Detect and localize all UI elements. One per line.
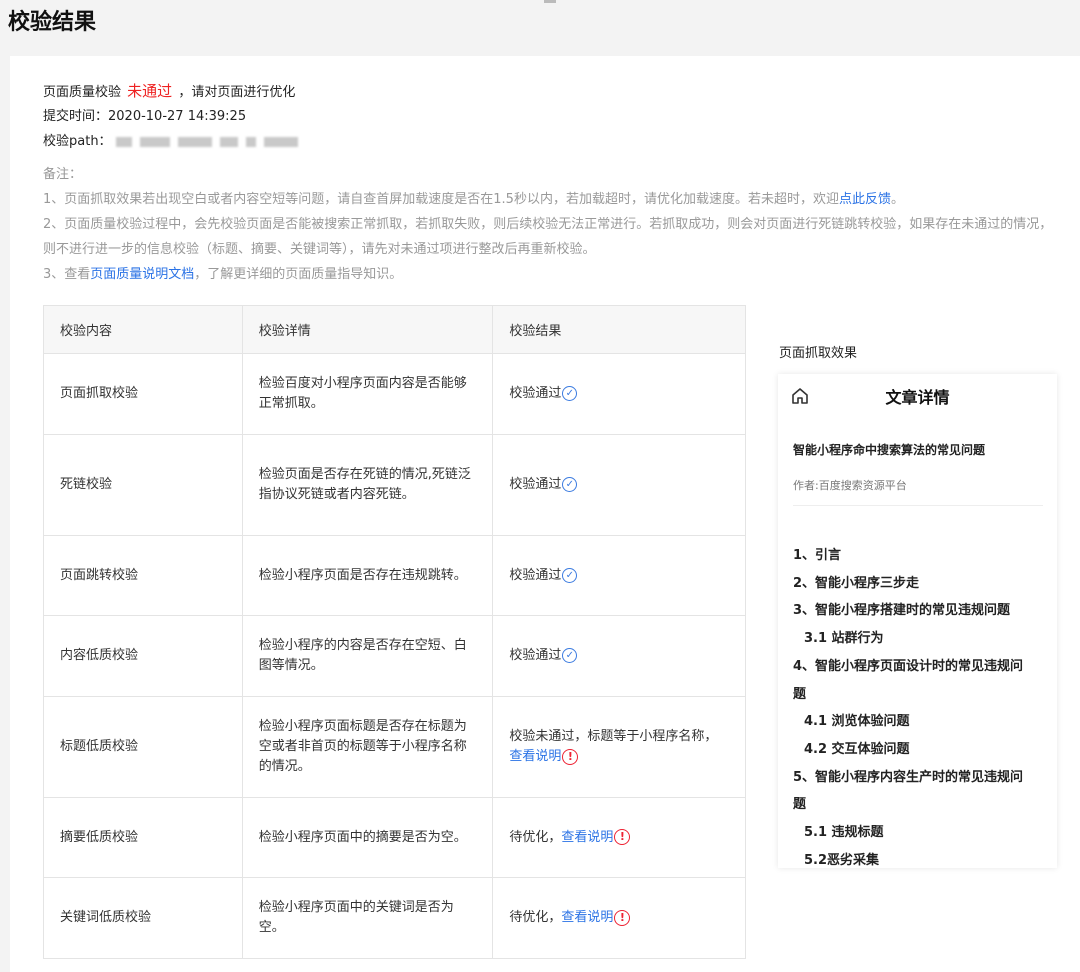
table-row: 内容低质校验 检验小程序的内容是否存在空短、白图等情况。 校验通过 ✓: [43, 615, 746, 697]
preview-page-title: 文章详情: [885, 388, 950, 407]
status-prefix: 页面质量校验: [43, 85, 122, 100]
notes: 备注： 1、页面抓取效果若出现空白或者内容空短等问题，请自查首屏加载速度是否在1…: [43, 162, 1058, 287]
row-result-text: 校验通过: [509, 386, 562, 401]
row-result: 校验通过 ✓: [492, 434, 746, 536]
article-author: 作者:百度搜索资源平台: [793, 479, 907, 492]
row-result-text: 校验通过: [509, 567, 562, 583]
row-detail: 检验页面是否存在死链的情况,死链泛指协议死链或者内容死链。: [241, 434, 494, 536]
check-circle-icon: ✓: [562, 386, 578, 401]
check-circle-icon: ✓: [562, 477, 578, 492]
row-detail: 检验小程序页面标题是否存在标题为空或者非首页的标题等于小程序名称的情况。: [241, 696, 494, 798]
toc-item: 题: [793, 797, 807, 813]
toc-item: 3、智能小程序搭建时的常见违规问题: [793, 603, 1011, 619]
row-result: 校验通过 ✓: [492, 535, 746, 616]
check-table: 校验内容 校验详情 校验结果 页面抓取校验 检验百度对小程序页面内容是否能够正常…: [43, 305, 746, 959]
table-row: 页面跳转校验 检验小程序页面是否存在违规跳转。 校验通过 ✓: [43, 535, 746, 616]
row-result: 校验通过 ✓: [492, 615, 746, 697]
notes-title: 备注：: [43, 167, 83, 182]
status-suffix: ，请对页面进行优化: [178, 85, 296, 100]
feedback-link[interactable]: 点此反馈: [839, 192, 891, 207]
note-3-pre: 3、查看: [43, 267, 91, 282]
row-result-text: 校验未通过，标题等于小程序名称，: [509, 729, 718, 744]
toc-item: 4.2 交互体验问题: [804, 741, 910, 757]
view-explanation-link[interactable]: 查看说明: [561, 830, 613, 845]
toc-item: 4.1 浏览体验问题: [804, 714, 910, 730]
row-result-text: 待优化，: [509, 829, 562, 845]
row-detail: 检验小程序的内容是否存在空短、白图等情况。: [241, 615, 494, 697]
row-result: 校验通过 ✓: [492, 353, 746, 435]
row-result-text: 校验通过: [509, 477, 562, 492]
result-card: 页面质量校验 未通过 ，请对页面进行优化 提交时间：2020-10-27 14:…: [10, 56, 1080, 972]
header-result: 校验结果: [492, 305, 746, 354]
header-item: 校验内容: [43, 305, 243, 354]
note-1: 1、页面抓取效果若出现空白或者内容空短等问题，请自查首屏加载速度是否在1.5秒以…: [43, 187, 1058, 212]
table-of-contents: 1、引言 2、智能小程序三步走 3、智能小程序搭建时的常见违规问题 3.1 站群…: [793, 542, 1048, 868]
row-detail: 检验小程序页面中的关键词是否为空。: [241, 877, 494, 959]
submit-time-label: 提交时间：: [43, 109, 109, 124]
note-2: 2、页面质量校验过程中，会先校验页面是否能被搜索正常抓取，若抓取失败，则后续校验…: [43, 217, 1053, 257]
view-explanation-link[interactable]: 查看说明: [561, 910, 613, 925]
check-path-label: 校验path：: [43, 134, 112, 149]
row-item: 页面抓取校验: [43, 353, 243, 435]
note-3-end: ，了解更详细的页面质量指导知识。: [194, 267, 403, 282]
header-detail: 校验详情: [241, 305, 494, 354]
submit-time: 提交时间：2020-10-27 14:39:25: [43, 105, 246, 124]
row-result: 校验未通过，标题等于小程序名称， 查看说明!: [492, 696, 746, 798]
row-result: 待优化，查看说明!: [492, 797, 746, 878]
table-row: 摘要低质校验 检验小程序页面中的摘要是否为空。 待优化，查看说明!: [43, 797, 746, 878]
article-title: 智能小程序命中搜索算法的常见问题: [793, 443, 986, 457]
toc-item: 题: [793, 686, 807, 702]
exclamation-circle-icon: !: [562, 748, 579, 765]
note-3: 3、查看页面质量说明文档，了解更详细的页面质量指导知识。: [43, 262, 1058, 287]
table-row: 标题低质校验 检验小程序页面标题是否存在标题为空或者非首页的标题等于小程序名称的…: [43, 696, 746, 798]
row-item: 关键词低质校验: [43, 877, 243, 959]
divider: [793, 505, 1043, 506]
check-circle-icon: ✓: [562, 567, 578, 583]
check-path: 校验path：: [43, 130, 306, 149]
crawl-preview: 文章详情 智能小程序命中搜索算法的常见问题 作者:百度搜索资源平台 1、引言 2…: [778, 374, 1057, 868]
status-result: 未通过: [127, 82, 173, 100]
table-row: 死链校验 检验页面是否存在死链的情况,死链泛指协议死链或者内容死链。 校验通过 ✓: [43, 434, 746, 536]
toc-item: 1、引言: [793, 548, 842, 563]
row-result-text: 校验通过: [509, 648, 562, 663]
top-scroll-marker: [544, 0, 556, 3]
row-detail: 检验小程序页面中的摘要是否为空。: [241, 797, 494, 878]
row-item: 标题低质校验: [43, 696, 243, 798]
row-item: 页面跳转校验: [43, 535, 243, 616]
row-item: 死链校验: [43, 434, 243, 536]
submit-time-value: 2020-10-27 14:39:25: [108, 109, 247, 124]
row-result: 待优化，查看说明!: [492, 877, 746, 959]
page-title: 校验结果: [8, 10, 97, 35]
table-row: 页面抓取校验 检验百度对小程序页面内容是否能够正常抓取。 校验通过 ✓: [43, 353, 746, 435]
preview-label: 页面抓取效果: [779, 346, 858, 361]
toc-item: 5、智能小程序内容生产时的常见违规问: [793, 769, 1024, 785]
row-item: 摘要低质校验: [43, 797, 243, 878]
toc-item: 5.1 违规标题: [804, 825, 884, 841]
check-path-value-redacted: [115, 134, 306, 149]
toc-item: 5.2恶劣采集: [804, 852, 880, 868]
row-result-text: 待优化，: [509, 910, 562, 925]
check-circle-icon: ✓: [562, 648, 578, 663]
row-detail: 检验百度对小程序页面内容是否能够正常抓取。: [241, 353, 494, 435]
note-1-end: 。: [890, 192, 904, 207]
note-1-text: 1、页面抓取效果若出现空白或者内容空短等问题，请自查首屏加载速度是否在1.5秒以…: [43, 192, 839, 207]
status-line: 页面质量校验 未通过 ，请对页面进行优化: [43, 80, 295, 101]
toc-item: 3.1 站群行为: [804, 631, 884, 647]
toc-item: 4、智能小程序页面设计时的常见违规问: [793, 658, 1024, 674]
view-explanation-link[interactable]: 查看说明: [509, 749, 561, 764]
row-detail: 检验小程序页面是否存在违规跳转。: [241, 535, 494, 616]
toc-item: 2、智能小程序三步走: [793, 575, 920, 591]
row-item: 内容低质校验: [43, 615, 243, 697]
exclamation-circle-icon: !: [614, 909, 631, 926]
table-row: 关键词低质校验 检验小程序页面中的关键词是否为空。 待优化，查看说明!: [43, 877, 746, 959]
exclamation-circle-icon: !: [614, 829, 631, 845]
table-header-row: 校验内容 校验详情 校验结果: [43, 305, 746, 354]
quality-doc-link[interactable]: 页面质量说明文档: [90, 267, 194, 282]
